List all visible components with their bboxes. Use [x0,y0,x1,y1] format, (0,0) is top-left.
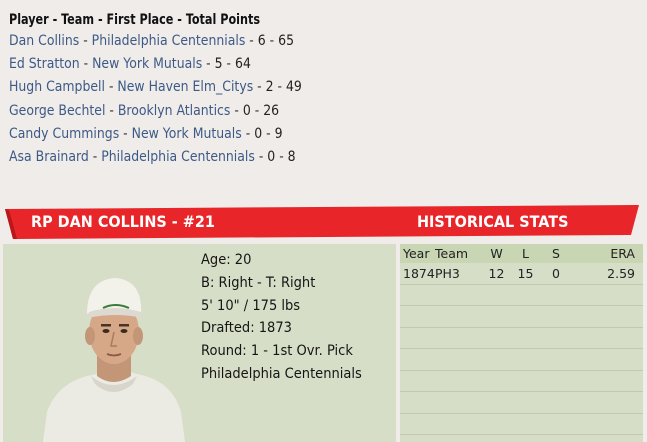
voting-header: Player - Team - First Place - Total Poin… [9,12,261,28]
header-team: Team [435,246,469,261]
first-place-votes: 2 [265,79,274,96]
stat-l: 15 [517,265,534,281]
stats-empty-row [400,306,643,328]
header-year: Year [403,246,430,261]
stat-year: 1874 [403,265,435,281]
separator: - [275,148,288,165]
bio-size: 5' 10" / 175 lbs [201,297,301,314]
first-place-votes: 0 [267,148,276,165]
vote-row: Dan Collins - Philadelphia Centennials -… [9,30,542,53]
player-link[interactable]: Ed Stratton [9,56,80,72]
stats-empty-row [400,371,643,392]
team-link[interactable]: Brooklyn Atlantics [118,103,231,119]
separator: - [79,33,92,49]
total-points: 8 [287,148,296,165]
stats-empty-row [400,285,643,306]
player-link[interactable]: Hugh Campbell [9,79,105,95]
bio-round: Round: 1 - 1st Ovr. Pick [201,343,353,360]
total-points: 49 [286,79,302,96]
vote-row: Candy Cummings - New York Mutuals - 0 - … [9,123,542,146]
first-place-votes: 0 [242,102,251,119]
separator: - [105,102,118,119]
team-link[interactable]: Philadelphia Centennials [101,149,255,165]
separator: - [119,125,132,142]
separator: - [250,102,264,119]
historical-stats-title: HISTORICAL STATS [417,212,569,231]
voting-rows: Dan Collins - Philadelphia Centennials -… [9,30,629,169]
bio-drafted: Drafted: 1873 [201,320,292,337]
team-link[interactable]: New York Mutuals [92,56,202,72]
total-points: 64 [235,56,251,73]
player-link[interactable]: Dan Collins [9,33,79,49]
player-link[interactable]: George Bechtel [9,103,105,119]
vote-row: George Bechtel - Brooklyn Atlantics - 0 … [9,100,542,123]
stats-empty-row [400,435,643,442]
total-points: 65 [278,33,295,49]
separator: - [241,125,255,142]
player-bio: Age: 20 B: Right - T: Right 5' 10" / 175… [201,249,380,386]
team-link[interactable]: New Haven Elm_Citys [117,79,253,95]
total-points: 26 [263,102,280,119]
stat-w: 12 [488,265,505,281]
stats-empty-row [400,328,643,349]
separator: - [253,79,266,96]
separator: - [262,125,275,142]
separator: - [222,56,236,73]
vote-row: Hugh Campbell - New Haven Elm_Citys - 2 … [9,76,542,99]
separator: - [245,33,258,49]
player-portrait [33,262,193,442]
bio-age: Age: 20 [201,252,252,268]
stats-header-row: Year Team W L S ERA [400,244,643,263]
stats-empty-row [400,414,643,435]
player-link[interactable]: Asa Brainard [9,149,89,165]
header-era: ERA [610,246,635,261]
vote-row: Ed Stratton - New York Mutuals - 5 - 64 [9,53,542,76]
separator: - [202,56,215,73]
stats-row: 1874 PH3 12 15 0 2.59 [400,263,643,285]
award-voting-list: Player - Team - First Place - Total Poin… [9,10,629,169]
vote-row: Asa Brainard - Philadelphia Centennials … [9,146,542,169]
first-place-votes: 6 [257,33,266,49]
player-link[interactable]: Candy Cummings [9,126,119,142]
separator: - [254,148,268,165]
stat-team: PH3 [435,265,460,281]
header-s: S [552,246,560,261]
separator: - [265,33,279,49]
team-link[interactable]: Philadelphia Centennials [92,33,246,49]
separator: - [79,56,93,73]
historical-stats-table: Year Team W L S ERA 1874 PH3 12 15 0 2.59 [400,244,643,442]
total-points: 9 [274,125,283,142]
player-banner: RP DAN COLLINS - #21 HISTORICAL STATS [3,205,643,241]
stat-s: 0 [552,265,560,281]
stats-empty-row [400,392,643,414]
team-link[interactable]: New York Mutuals [132,126,242,142]
separator: - [88,148,102,165]
stats-empty-row [400,349,643,371]
player-card: Age: 20 B: Right - T: Right 5' 10" / 175… [3,244,396,442]
header-w: W [490,246,503,261]
player-title: RP DAN COLLINS - #21 [31,212,215,231]
header-l: L [522,246,529,261]
separator: - [273,79,287,96]
bio-bats-throws: B: Right - T: Right [201,274,316,291]
stats-body: 1874 PH3 12 15 0 2.59 [400,263,643,442]
separator: - [104,79,118,96]
stat-era: 2.59 [607,265,635,281]
separator: - [230,102,243,119]
bio-team: Philadelphia Centennials [201,365,362,382]
